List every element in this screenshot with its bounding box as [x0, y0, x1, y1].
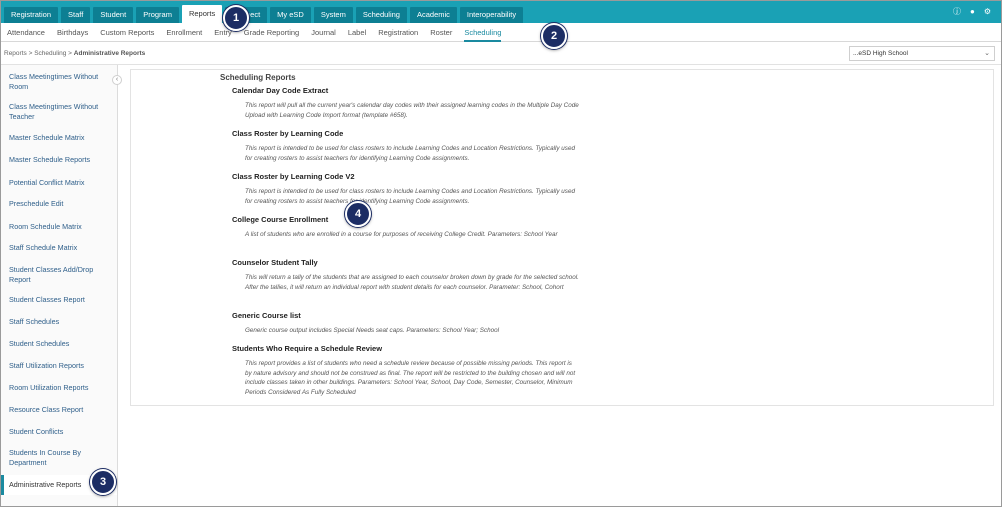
report-link[interactable]: Class Roster by Learning Code V2 — [232, 172, 355, 181]
sidebar-item-student-conflicts[interactable]: Student Conflicts — [1, 427, 117, 437]
report-link[interactable]: Class Roster by Learning Code — [232, 129, 343, 138]
report-description: Generic course output includes Special N… — [245, 327, 499, 334]
breadcrumb-bar: Reports > Scheduling > Administrative Re… — [1, 43, 1001, 65]
top-tab-staff[interactable]: Staff — [61, 7, 91, 23]
sub-tab-grade-reporting[interactable]: Grade Reporting — [244, 23, 299, 42]
sidebar-item-resource-class-report[interactable]: Resource Class Report — [1, 405, 117, 415]
report-link[interactable]: Calendar Day Code Extract — [232, 86, 328, 95]
top-tab-student[interactable]: Student — [93, 7, 134, 23]
sub-tab-journal[interactable]: Journal — [311, 23, 336, 42]
sub-tab-scheduling[interactable]: Scheduling — [464, 23, 502, 42]
section-title: Scheduling Reports — [220, 73, 296, 82]
top-tab-reports[interactable]: Reports — [181, 5, 223, 23]
breadcrumb-separator: > — [68, 50, 72, 57]
sidebar-item-master-schedule-reports[interactable]: Master Schedule Reports — [1, 155, 117, 165]
chevron-left-icon: ‹ — [115, 76, 119, 83]
breadcrumb-item-scheduling[interactable]: Scheduling — [34, 50, 66, 57]
help-icon[interactable]: ⓙ — [953, 7, 961, 17]
top-tab-program[interactable]: Program — [136, 7, 179, 23]
user-icon[interactable]: ● — [970, 7, 975, 17]
sub-nav: Attendance Birthdays Custom Reports Enro… — [1, 23, 1001, 42]
report-link[interactable]: Students Who Require a Schedule Review — [232, 344, 382, 353]
sidebar-item-student-classes-add-drop-report[interactable]: Student Classes Add/Drop Report — [1, 265, 117, 284]
sidebar-item-student-schedules[interactable]: Student Schedules — [1, 339, 117, 349]
app-window: Registration Staff Student Program Repor… — [0, 0, 1002, 507]
sub-tab-custom-reports[interactable]: Custom Reports — [100, 23, 154, 42]
callout-badge-3: 3 — [90, 469, 116, 495]
top-tab-system[interactable]: System — [313, 7, 353, 23]
sidebar-item-preschedule-edit[interactable]: Preschedule Edit — [1, 199, 117, 209]
sidebar-item-staff-schedule-matrix[interactable]: Staff Schedule Matrix — [1, 243, 117, 253]
school-select[interactable]: ...eSD High School ⌄ — [849, 46, 995, 61]
report-link[interactable]: Generic Course list — [232, 311, 301, 320]
sidebar-item-student-classes-report[interactable]: Student Classes Report — [1, 295, 117, 305]
report-description: This report is intended to be used for c… — [245, 188, 575, 205]
callout-badge-1: 1 — [223, 5, 249, 31]
top-tab-academic[interactable]: Academic — [409, 7, 457, 23]
breadcrumb: Reports > Scheduling > Administrative Re… — [4, 50, 145, 57]
report-description: A list of students who are enrolled in a… — [245, 231, 558, 238]
sidebar-item-potential-conflict-matrix[interactable]: Potential Conflict Matrix — [1, 178, 117, 188]
sidebar-item-staff-schedules[interactable]: Staff Schedules — [1, 317, 117, 327]
sidebar-item-room-utilization-reports[interactable]: Room Utilization Reports — [1, 383, 117, 393]
sub-tab-label[interactable]: Label — [348, 23, 366, 42]
top-nav-icons: ⓙ ● ⚙ — [953, 7, 991, 17]
top-tab-my-esd[interactable]: My eSD — [270, 7, 311, 23]
breadcrumb-current: Administrative Reports — [73, 50, 146, 57]
sidebar-collapse-button[interactable]: ‹ — [112, 75, 122, 85]
top-tab-interoperability[interactable]: Interoperability — [459, 7, 524, 23]
sub-tab-registration[interactable]: Registration — [378, 23, 418, 42]
sidebar: Class Meetingtimes Without Room Class Me… — [1, 65, 118, 506]
school-select-value: ...eSD High School — [853, 50, 908, 57]
sidebar-item-staff-utilization-reports[interactable]: Staff Utilization Reports — [1, 361, 117, 371]
report-description: This report will pull all the current ye… — [245, 102, 579, 119]
report-link[interactable]: Counselor Student Tally — [232, 258, 318, 267]
breadcrumb-separator: > — [28, 50, 33, 57]
callout-badge-4: 4 — [345, 201, 371, 227]
sub-tab-enrollment[interactable]: Enrollment — [166, 23, 202, 42]
sidebar-item-master-schedule-matrix[interactable]: Master Schedule Matrix — [1, 133, 117, 143]
sub-tab-attendance[interactable]: Attendance — [7, 23, 45, 42]
sidebar-item-room-schedule-matrix[interactable]: Room Schedule Matrix — [1, 222, 117, 232]
report-link[interactable]: College Course Enrollment — [232, 215, 328, 224]
sub-tab-birthdays[interactable]: Birthdays — [57, 23, 88, 42]
top-tab-registration[interactable]: Registration — [4, 7, 59, 23]
sub-tab-roster[interactable]: Roster — [430, 23, 452, 42]
breadcrumb-item-reports[interactable]: Reports — [4, 50, 27, 57]
top-nav: Registration Staff Student Program Repor… — [1, 1, 1001, 23]
report-description: This report is intended to be used for c… — [245, 145, 575, 162]
callout-badge-2: 2 — [541, 23, 567, 49]
sidebar-item-students-in-course-by-department[interactable]: Students In Course By Department — [1, 448, 117, 467]
sidebar-item-class-meetingtimes-without-room[interactable]: Class Meetingtimes Without Room — [1, 72, 117, 91]
sidebar-item-class-meetingtimes-without-teacher[interactable]: Class Meetingtimes Without Teacher — [1, 102, 117, 121]
top-tab-scheduling[interactable]: Scheduling — [355, 7, 407, 23]
settings-icon[interactable]: ⚙ — [984, 7, 991, 17]
report-description: This report provides a list of students … — [245, 360, 576, 396]
report-description: This will return a tally of the students… — [245, 274, 579, 291]
main-panel: Scheduling Reports Calendar Day Code Ext… — [130, 69, 994, 406]
chevron-down-icon: ⌄ — [984, 50, 990, 57]
